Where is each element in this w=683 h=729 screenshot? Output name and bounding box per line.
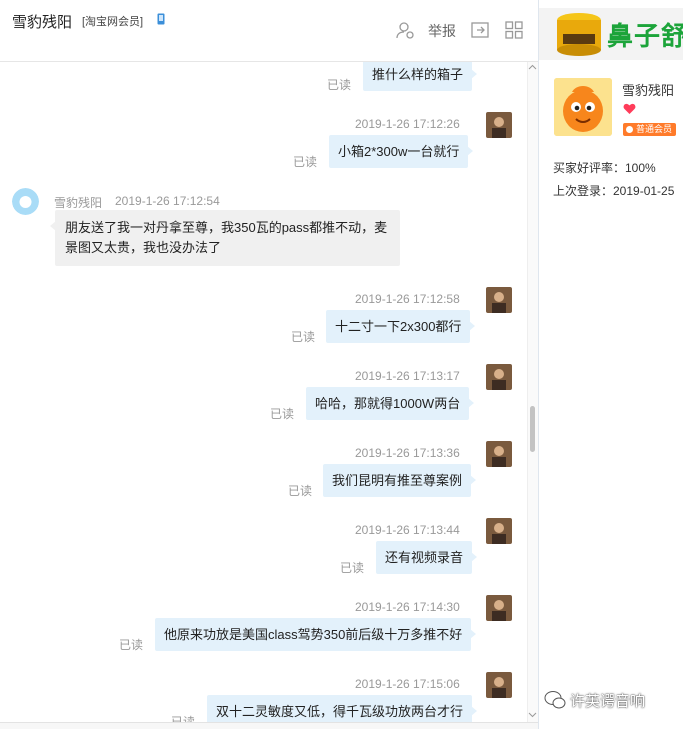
ad-text: 鼻子舒 (607, 21, 683, 51)
message-bubble-outgoing[interactable]: 双十二灵敏度又低，得千瓦级功放两台才行 (207, 695, 478, 722)
message-timestamp: 2019-1-26 17:14:30 (355, 600, 460, 614)
wechat-watermark-icon (544, 691, 566, 709)
watermark-text: 许英谔音响 (570, 693, 646, 710)
read-receipt: 已读 (171, 715, 196, 722)
message-bubble-outgoing[interactable]: 推什么样的箱子 (363, 62, 478, 91)
message-bubble-outgoing[interactable]: 我们昆明有推至尊案例 (323, 464, 477, 497)
scrollbar-track[interactable] (527, 62, 538, 722)
message-bubble-outgoing[interactable]: 哈哈，那就得1000W两台 (306, 387, 475, 420)
message-timestamp: 2019-1-26 17:12:26 (355, 117, 460, 131)
my-avatar (486, 287, 512, 313)
message-bubble-incoming[interactable]: 朋友送了我一对丹拿至尊，我350瓦的pass都推不动，麦景图又太贵，我也没办法了 (50, 210, 400, 266)
mobile-icon (157, 13, 165, 25)
message-bubble-outgoing[interactable]: 还有视频录音 (376, 541, 478, 574)
my-avatar (486, 112, 512, 138)
message-timestamp: 2019-1-26 17:13:36 (355, 446, 460, 460)
input-divider (0, 722, 538, 729)
chat-header: 雪豹残阳 [淘宝网会员] 举报 (0, 0, 538, 62)
scroll-down-arrow-icon[interactable] (528, 712, 537, 718)
message-bubble-outgoing[interactable]: 十二寸一下2x300都行 (326, 310, 476, 343)
member-tag: [淘宝网会员] (82, 16, 144, 28)
scrollbar-thumb[interactable] (530, 406, 535, 452)
message-bubble-outgoing[interactable]: 他原来功放是美国class驾势350前后级十万多推不好 (155, 618, 477, 651)
contact-name[interactable]: 雪豹残阳 (12, 11, 72, 32)
scroll-up-arrow-icon[interactable] (528, 64, 537, 70)
member-badge: 普通会员 (623, 123, 677, 136)
read-receipt: 已读 (291, 330, 316, 344)
report-button[interactable]: 举报 (428, 21, 456, 41)
buyer-rating: 买家好评率：100% (553, 161, 656, 175)
my-avatar (486, 364, 512, 390)
heart-level-icon (623, 103, 636, 114)
my-avatar (486, 518, 512, 544)
contact-profile-avatar[interactable] (554, 78, 612, 136)
read-receipt: 已读 (288, 484, 313, 498)
message-timestamp: 2019-1-26 17:13:17 (355, 369, 460, 383)
message-timestamp: 2019-1-26 17:13:44 (355, 523, 460, 537)
my-avatar (486, 441, 512, 467)
send-file-icon[interactable] (470, 20, 490, 40)
my-avatar (486, 595, 512, 621)
read-receipt: 已读 (340, 561, 365, 575)
last-login: 上次登录：2019-01-25 (553, 184, 675, 198)
message-bubble-outgoing[interactable]: 小箱2*300w一台就行 (329, 135, 474, 168)
chat-message-list[interactable]: 已读 推什么样的箱子 2019-1-26 17:12:26 已读 小箱2*300… (0, 62, 538, 722)
message-timestamp: 2019-1-26 17:15:06 (355, 677, 460, 691)
read-receipt: 已读 (293, 155, 318, 169)
read-receipt: 已读 (327, 78, 352, 92)
sender-name: 雪豹残阳 (54, 196, 103, 210)
profile-name: 雪豹残阳 (622, 83, 675, 98)
read-receipt: 已读 (119, 638, 144, 652)
read-receipt: 已读 (270, 407, 295, 421)
message-timestamp: 2019-1-26 17:12:54 (115, 194, 220, 208)
apps-grid-icon[interactable] (504, 20, 524, 40)
product-jar-icon (557, 13, 601, 56)
contact-avatar (12, 188, 39, 215)
message-timestamp: 2019-1-26 17:12:58 (355, 292, 460, 306)
ad-banner[interactable]: 鼻子舒 (539, 8, 683, 60)
my-avatar (486, 672, 512, 698)
user-profile-icon[interactable] (395, 20, 415, 40)
